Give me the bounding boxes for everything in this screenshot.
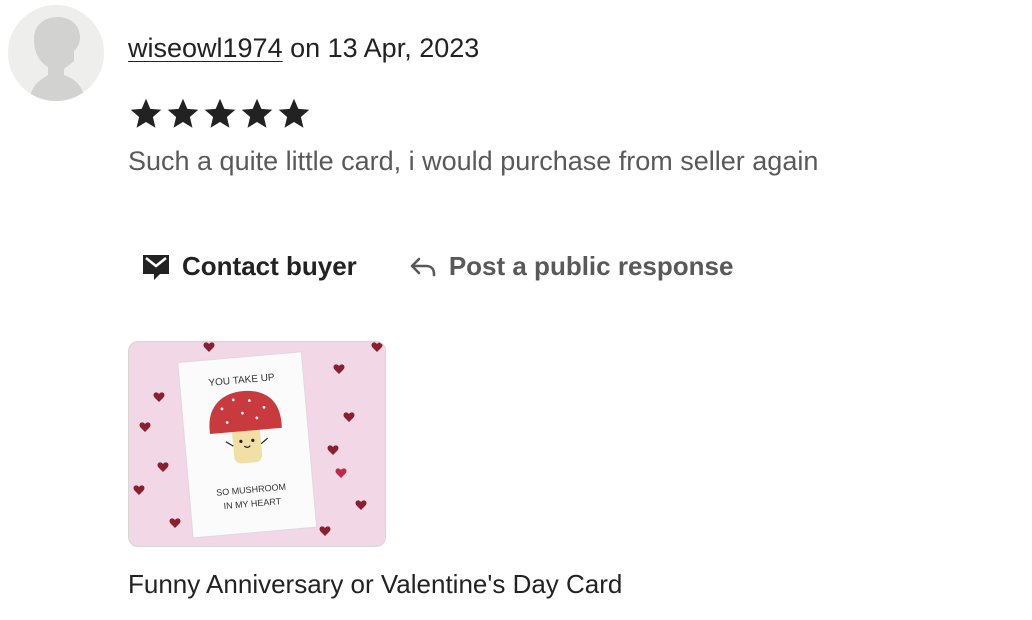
- default-user-silhouette-icon: [30, 17, 84, 101]
- star-icon: [278, 98, 310, 128]
- reply-arrow-icon: [410, 257, 436, 277]
- star-icon: [204, 98, 236, 128]
- star-rating: [128, 96, 312, 132]
- contact-buyer-button[interactable]: Contact buyer: [140, 250, 357, 282]
- listing-thumbnail[interactable]: YOU TAKE UP SO MUSHROOM IN MY HEART: [128, 341, 386, 547]
- post-public-response-label: Post a public response: [448, 250, 734, 281]
- review-actions: Contact buyer Post a public response: [140, 250, 733, 282]
- star-icon: [130, 98, 162, 128]
- avatar: [8, 5, 104, 101]
- post-public-response-button[interactable]: Post a public response: [407, 250, 734, 282]
- review-date: on 13 Apr, 2023: [282, 33, 480, 63]
- listing-title-link[interactable]: Funny Anniversary or Valentine's Day Car…: [128, 567, 622, 601]
- envelope-icon: [143, 255, 169, 280]
- listing-image: YOU TAKE UP SO MUSHROOM IN MY HEART: [129, 342, 385, 546]
- star-icon: [167, 98, 199, 128]
- contact-buyer-label: Contact buyer: [182, 250, 357, 281]
- review-text: Such a quite little card, i would purcha…: [128, 146, 819, 176]
- reviewer-username-link[interactable]: wiseowl1974: [128, 33, 283, 63]
- star-icon: [241, 98, 273, 128]
- review-meta: wiseowl1974 on 13 Apr, 2023: [128, 31, 479, 65]
